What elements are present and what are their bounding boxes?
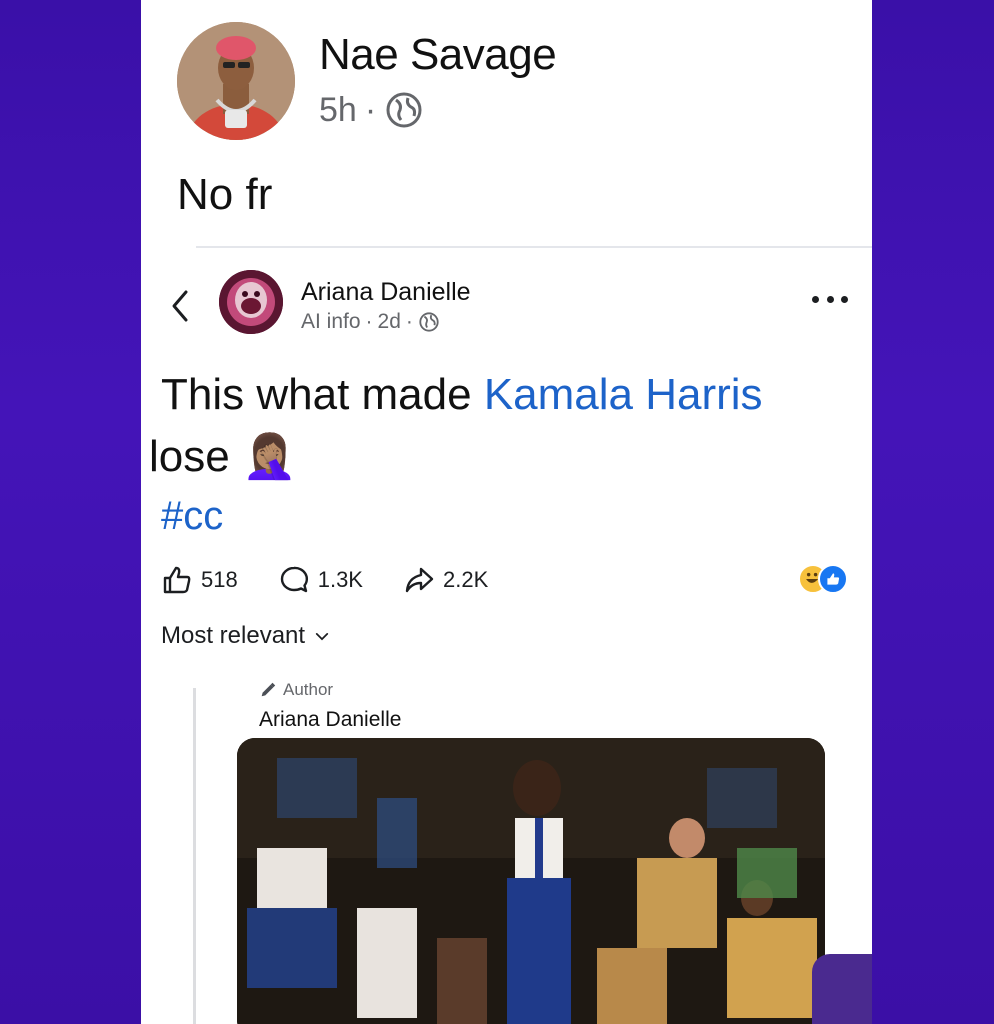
author-badge-label: Author [283, 680, 334, 699]
share-icon [405, 567, 434, 593]
globe-icon [418, 311, 440, 333]
comment-video-thumbnail[interactable] [237, 738, 825, 1024]
screenshot-card: Nae Savage 5h · No fr Ariana Danielle AI… [141, 0, 872, 1024]
post-time[interactable]: 5h [319, 91, 357, 130]
post-meta: 5h · [319, 90, 424, 130]
shared-post-meta: AI info · 2d · [301, 310, 440, 334]
shared-author-name[interactable]: Ariana Danielle [301, 278, 471, 307]
author-badge: Author [259, 680, 333, 700]
share-count: 2.2K [442, 567, 489, 592]
post-author-name[interactable]: Nae Savage [319, 30, 557, 80]
like-count: 518 [201, 567, 238, 592]
avatar[interactable] [177, 22, 295, 140]
hashtag-link[interactable]: #cc [161, 494, 223, 539]
like-button[interactable]: 518 [161, 564, 238, 596]
comment-sort-dropdown[interactable]: Most relevant [161, 622, 329, 650]
post-text-start: This what made [161, 370, 484, 419]
shared-author-avatar[interactable] [219, 270, 283, 334]
meta-separator: · [365, 310, 373, 333]
comment-thread-line [193, 688, 196, 1024]
meta-separator: · [405, 310, 413, 333]
like-reaction-icon [818, 564, 848, 594]
comment-author-name[interactable]: Ariana Danielle [259, 708, 401, 732]
decorative-corner [812, 954, 872, 1024]
shared-post: Ariana Danielle AI info · 2d · This what… [141, 248, 872, 1024]
pencil-icon [261, 682, 276, 697]
kamala-harris-link[interactable]: Kamala Harris [484, 370, 763, 419]
sort-label: Most relevant [161, 622, 306, 649]
ai-info-link[interactable]: AI info [301, 310, 361, 334]
post-text: No fr [177, 170, 273, 219]
globe-icon [384, 90, 424, 130]
comment-button[interactable]: 1.3K [278, 564, 363, 596]
shared-post-time[interactable]: 2d [378, 310, 401, 334]
back-arrow-icon[interactable] [166, 288, 194, 324]
reactions-summary[interactable] [798, 564, 850, 596]
meta-separator: · [364, 90, 377, 129]
facepalm-emoji: 🤦🏽‍♀️ [241, 432, 297, 481]
chevron-down-icon [315, 632, 329, 640]
more-options-icon[interactable] [812, 292, 848, 306]
engagement-bar: 518 1.3K 2.2K [161, 562, 851, 598]
comment-icon [280, 566, 308, 593]
thumbs-up-icon [163, 566, 191, 594]
shared-post-text: This what made Kamala Harris lose 🤦🏽‍♀️ [149, 364, 861, 488]
post-text-end: lose [149, 432, 230, 481]
comment-count: 1.3K [317, 567, 363, 592]
share-button[interactable]: 2.2K [403, 564, 488, 596]
